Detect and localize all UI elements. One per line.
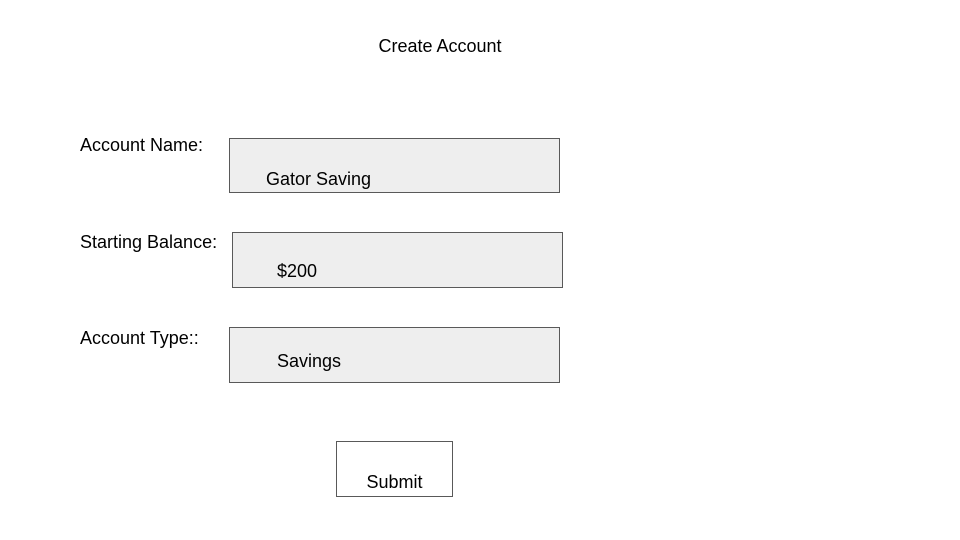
account-type-value: Savings xyxy=(277,351,342,371)
starting-balance-field[interactable]: $200 xyxy=(232,232,563,288)
account-type-field[interactable]: Savings xyxy=(229,327,560,383)
submit-label: Submit xyxy=(366,472,423,492)
account-name-value: Gator Saving xyxy=(266,169,372,189)
account-name-label: Account Name: xyxy=(80,135,204,155)
submit-button[interactable]: Submit xyxy=(336,441,453,497)
account-name-field[interactable]: Gator Saving xyxy=(229,138,560,193)
starting-balance-value: $200 xyxy=(277,261,318,281)
account-type-label: Account Type:: xyxy=(80,328,199,348)
page-title: Create Account xyxy=(378,36,502,56)
starting-balance-label: Starting Balance: xyxy=(80,232,218,252)
